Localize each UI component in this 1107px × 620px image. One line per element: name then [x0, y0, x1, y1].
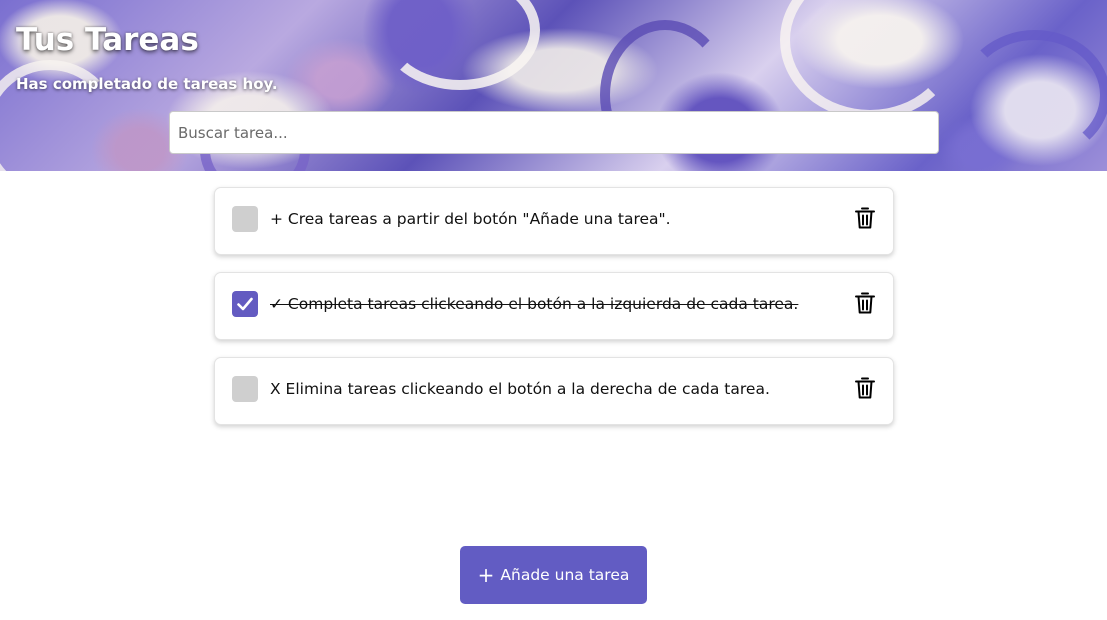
header-banner: Tus Tareas Has completado de tareas hoy. [0, 0, 1107, 171]
task-item: + Crea tareas a partir del botón "Añade … [214, 187, 894, 255]
completed-summary: Has completado de tareas hoy. [16, 75, 278, 93]
wave-decoration [380, 0, 540, 90]
trash-icon[interactable] [854, 376, 876, 400]
task-item: X Elimina tareas clickeando el botón a l… [214, 357, 894, 425]
task-checkbox[interactable] [232, 206, 258, 232]
add-task-label: Añade una tarea [500, 566, 630, 584]
task-text: + Crea tareas a partir del botón "Añade … [270, 210, 671, 228]
page-title: Tus Tareas [16, 22, 199, 58]
wave-decoration [780, 0, 960, 120]
search-input[interactable] [169, 111, 939, 154]
trash-icon[interactable] [854, 291, 876, 315]
task-text: ✓ Completa tareas clickeando el botón a … [270, 295, 799, 313]
task-list: + Crea tareas a partir del botón "Añade … [214, 187, 894, 442]
task-checkbox[interactable] [232, 376, 258, 402]
wave-decoration [960, 30, 1107, 160]
trash-icon[interactable] [854, 206, 876, 230]
task-checkbox[interactable] [232, 291, 258, 317]
check-icon [237, 297, 253, 311]
plus-icon: + [477, 563, 495, 587]
task-item: ✓ Completa tareas clickeando el botón a … [214, 272, 894, 340]
task-text: X Elimina tareas clickeando el botón a l… [270, 380, 770, 398]
add-task-button[interactable]: + Añade una tarea [460, 546, 647, 604]
